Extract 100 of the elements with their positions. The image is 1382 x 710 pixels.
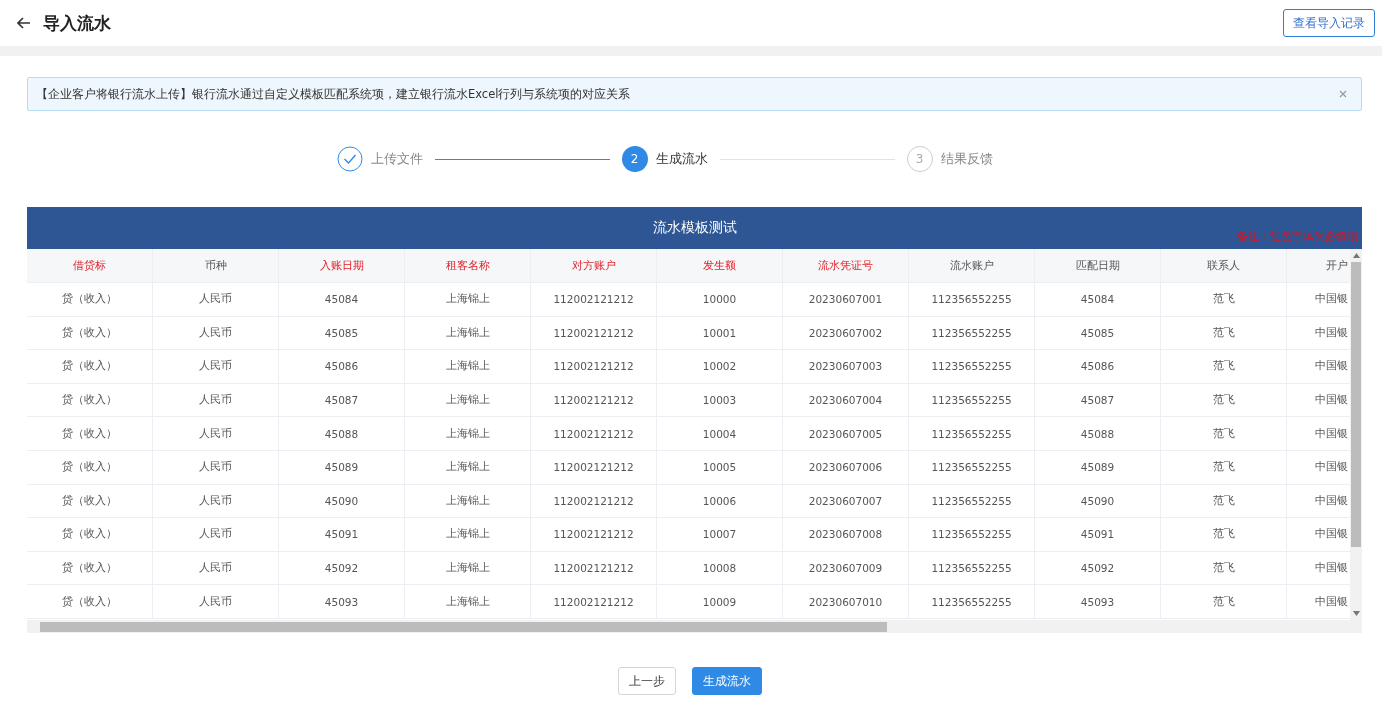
- generate-button[interactable]: 生成流水: [691, 667, 762, 695]
- table-cell: 20230607005: [783, 417, 909, 450]
- table-cell: 人民币: [153, 585, 279, 618]
- table-cell-text: 中国银: [1314, 324, 1349, 340]
- column-header: 匹配日期: [1035, 249, 1161, 282]
- table-cell-text: 中国银: [1314, 425, 1349, 441]
- table-cell: 45087: [1035, 383, 1161, 417]
- table-cell: 112002121212: [531, 518, 657, 551]
- table-cell: 45089: [279, 450, 405, 484]
- back-arrow-icon[interactable]: [17, 17, 31, 29]
- table-cell: 贷（收入）: [27, 383, 153, 417]
- table-cell: 20230607009: [783, 551, 909, 585]
- table-cell: 45090: [1035, 484, 1161, 518]
- table-cell: 10000: [657, 283, 783, 316]
- table-cell-text: 中国银: [1314, 358, 1349, 374]
- table-cell: 上海锦上: [405, 383, 531, 417]
- view-records-button[interactable]: 查看导入记录: [1283, 9, 1375, 37]
- table-cell: 10007: [657, 518, 783, 551]
- table-cell: 上海锦上: [405, 484, 531, 518]
- table-cell: 45088: [279, 417, 405, 450]
- scroll-up-icon[interactable]: [1352, 253, 1360, 258]
- column-header: 流水凭证号: [783, 249, 909, 282]
- table-cell: 范飞: [1161, 551, 1287, 585]
- table-cell: 45090: [279, 484, 405, 518]
- table-cell: 20230607001: [783, 283, 909, 316]
- previous-button[interactable]: 上一步: [617, 667, 676, 695]
- table-cell: 112356552255: [909, 484, 1035, 518]
- table-cell: 人民币: [153, 518, 279, 551]
- table-cell-text: 中国银: [1314, 593, 1349, 609]
- column-header: 发生额: [657, 249, 783, 282]
- column-header: 开户: [1325, 257, 1349, 273]
- table-cell: 45084: [1035, 283, 1161, 316]
- table-cell: 范飞: [1161, 383, 1287, 417]
- table-cell: 20230607007: [783, 484, 909, 518]
- table-title: 流水模板测试: [652, 219, 737, 237]
- table-cell: 10005: [657, 450, 783, 484]
- table-cell: 112002121212: [531, 283, 657, 316]
- table-cell: 45086: [279, 350, 405, 383]
- table-cell-text: 中国银: [1314, 560, 1349, 576]
- table-cell: 贷（收入）: [27, 450, 153, 484]
- table-cell: 112002121212: [531, 316, 657, 350]
- table-cell: 范飞: [1161, 484, 1287, 518]
- table-cell: 112356552255: [909, 383, 1035, 417]
- table-cell: 人民币: [153, 417, 279, 450]
- table-cell: 112002121212: [531, 585, 657, 618]
- table-cell: 上海锦上: [405, 417, 531, 450]
- column-header: 联系人: [1161, 249, 1287, 282]
- table-cell: 贷（收入）: [27, 551, 153, 585]
- table-cell: 范飞: [1161, 350, 1287, 383]
- table-cell: 范飞: [1161, 316, 1287, 350]
- table-cell: 人民币: [153, 450, 279, 484]
- table-cell: 45092: [1035, 551, 1161, 585]
- table-cell: 112356552255: [909, 585, 1035, 618]
- step-label: 生成流水: [655, 150, 708, 168]
- table-cell-text: 中国银: [1314, 459, 1349, 475]
- table-cell: 范飞: [1161, 585, 1287, 618]
- table-cell: 45088: [1035, 417, 1161, 450]
- table-cell: 贷（收入）: [27, 417, 153, 450]
- table-cell: 20230607003: [783, 350, 909, 383]
- table-cell-text: 中国银: [1314, 392, 1349, 408]
- step-label: 上传文件: [370, 150, 423, 168]
- step-number: 2: [621, 146, 648, 172]
- table-cell: 上海锦上: [405, 350, 531, 383]
- table-cell: 112356552255: [909, 417, 1035, 450]
- table-cell: 上海锦上: [405, 518, 531, 551]
- table-cell: 上海锦上: [405, 283, 531, 316]
- table-cell: 10003: [657, 383, 783, 417]
- step-label: 结果反馈: [940, 150, 993, 168]
- table-cell: 20230607008: [783, 518, 909, 551]
- table-cell: 上海锦上: [405, 450, 531, 484]
- table-cell: 上海锦上: [405, 551, 531, 585]
- table-cell: 20230607010: [783, 585, 909, 618]
- table-cell: 20230607006: [783, 450, 909, 484]
- table-cell: 贷（收入）: [27, 350, 153, 383]
- table-cell: 人民币: [153, 350, 279, 383]
- table-cell-text: 中国银: [1314, 492, 1349, 508]
- table-cell: 45092: [279, 551, 405, 585]
- table-cell: 112002121212: [531, 383, 657, 417]
- table-cell: 20230607002: [783, 316, 909, 350]
- table-cell: 112356552255: [909, 350, 1035, 383]
- table-cell: 贷（收入）: [27, 585, 153, 618]
- table-cell: 上海锦上: [405, 585, 531, 618]
- column-header: 对方账户: [531, 249, 657, 282]
- table-cell: 45089: [1035, 450, 1161, 484]
- vertical-scrollbar[interactable]: [1350, 249, 1362, 620]
- table-cell: 45093: [279, 585, 405, 618]
- table-cell: 人民币: [153, 484, 279, 518]
- table-cell: 人民币: [153, 283, 279, 316]
- column-header: 入账日期: [279, 249, 405, 282]
- scroll-down-icon[interactable]: [1352, 611, 1360, 616]
- table-cell: 10008: [657, 551, 783, 585]
- horizontal-scrollbar[interactable]: [27, 620, 1362, 633]
- table-cell: 贷（收入）: [27, 484, 153, 518]
- table-cell: 人民币: [153, 551, 279, 585]
- table-cell: 范飞: [1161, 283, 1287, 316]
- table-cell: 112002121212: [531, 450, 657, 484]
- table-cell: 10006: [657, 484, 783, 518]
- close-icon[interactable]: [1339, 90, 1347, 98]
- table-cell: 贷（收入）: [27, 283, 153, 316]
- column-header: 借贷标: [27, 249, 153, 282]
